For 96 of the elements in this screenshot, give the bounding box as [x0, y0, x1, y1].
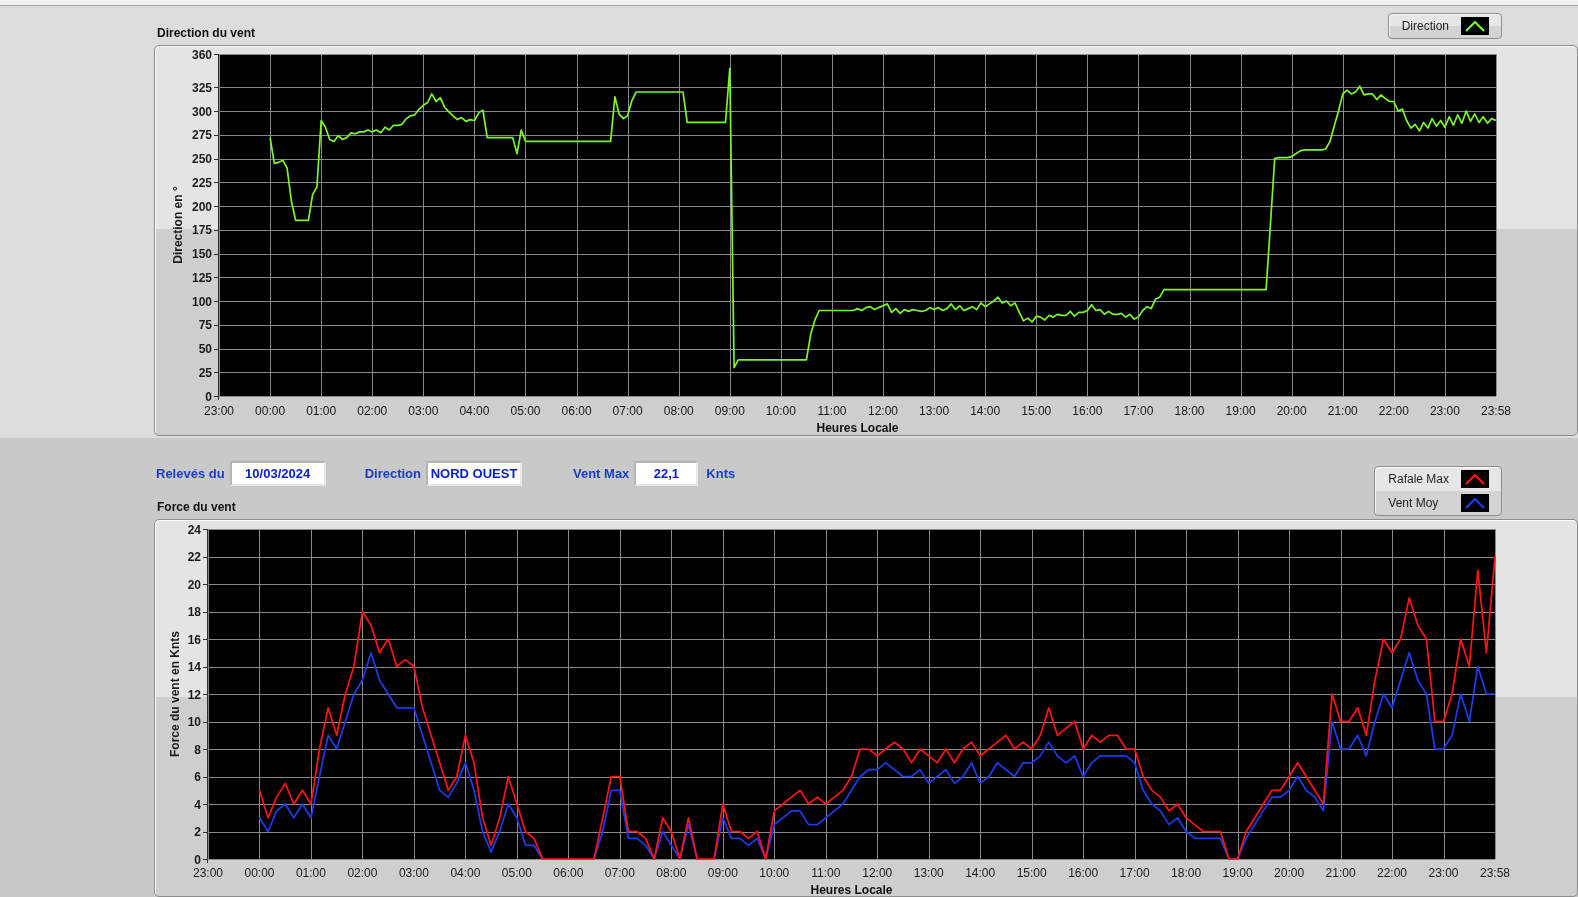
x-tick-label: 01:00: [306, 404, 337, 418]
x-tick-label: 17:00: [1119, 866, 1150, 880]
y-tick-label: 10: [187, 715, 201, 729]
y-tick-label: 325: [191, 80, 212, 95]
x-tick-label: 08:00: [656, 866, 687, 880]
y-tick-label: 14: [187, 660, 201, 674]
x-tick-label: 23:00: [193, 866, 223, 880]
y-tick-label: 175: [191, 223, 212, 238]
legend-label[interactable]: Rafale Max: [1388, 472, 1449, 486]
y-axis-title: Force du vent en Knts: [168, 631, 182, 757]
y-tick-label: 12: [187, 687, 201, 702]
x-tick-label: 01:00: [295, 866, 326, 880]
x-tick-label: 23:58: [1481, 404, 1511, 418]
y-tick-label: 20: [187, 577, 201, 592]
x-tick-label: 20:00: [1274, 866, 1305, 880]
x-tick-label: 14:00: [970, 404, 1001, 418]
x-tick-label: 08:00: [663, 404, 694, 418]
x-tick-label: 18:00: [1171, 866, 1202, 880]
y-tick-label: 275: [191, 128, 212, 143]
x-tick-label: 04:00: [450, 866, 481, 880]
value-field[interactable]: NORD OUEST: [426, 461, 522, 486]
x-tick-label: 15:00: [1021, 404, 1052, 418]
y-tick-label: 300: [191, 104, 212, 119]
unit-label: Knts: [706, 465, 736, 482]
x-tick-label: 03:00: [408, 404, 439, 418]
x-tick-label: 17:00: [1123, 404, 1154, 418]
x-axis-title: Heures Locale: [816, 421, 899, 435]
x-tick-label: 14:00: [965, 866, 996, 880]
x-axis-title: Heures Locale: [810, 883, 893, 897]
x-tick-label: 05:00: [510, 404, 541, 418]
y-tick-label: 250: [191, 152, 212, 166]
y-tick-label: 100: [191, 294, 212, 309]
y-tick-label: 18: [187, 605, 201, 619]
field-label: Direction: [364, 465, 421, 482]
x-tick-label: 07:00: [604, 866, 635, 880]
x-tick-label: 22:00: [1377, 866, 1408, 880]
x-tick-label: 11:00: [817, 404, 847, 418]
x-tick-label: 23:00: [1428, 866, 1459, 880]
y-tick-label: 75: [198, 318, 212, 333]
x-tick-label: 09:00: [714, 404, 745, 418]
x-tick-label: 03:00: [398, 866, 429, 880]
x-tick-label: 21:00: [1325, 866, 1356, 880]
x-tick-label: 10:00: [765, 404, 796, 418]
y-tick-label: 50: [198, 342, 212, 356]
field-label: Relevés du: [156, 465, 225, 482]
x-tick-label: 13:00: [913, 866, 944, 880]
chart-title: Direction du vent: [157, 26, 255, 40]
x-tick-label: 21:00: [1327, 404, 1358, 418]
x-tick-label: 09:00: [707, 866, 738, 880]
y-axis-title: Direction en °: [171, 186, 185, 264]
y-tick-label: 2: [194, 825, 201, 839]
y-tick-label: 360: [191, 47, 212, 62]
value-field[interactable]: 10/03/2024: [229, 461, 326, 486]
x-tick-label: 23:00: [1429, 404, 1460, 418]
x-tick-label: 04:00: [459, 404, 490, 418]
legend-label[interactable]: Vent Moy: [1388, 496, 1439, 510]
x-tick-label: 18:00: [1174, 404, 1205, 418]
x-tick-label: 23:58: [1480, 866, 1510, 880]
x-tick-label: 05:00: [501, 866, 532, 880]
x-tick-label: 16:00: [1072, 404, 1103, 418]
y-tick-label: 225: [191, 175, 212, 190]
x-tick-label: 23:00: [204, 404, 234, 418]
y-tick-label: 150: [191, 247, 212, 261]
y-tick-label: 200: [191, 199, 212, 214]
y-tick-label: 0: [194, 852, 201, 867]
value-field[interactable]: 22,1: [634, 461, 699, 486]
chart-title: Force du vent: [157, 500, 236, 514]
y-tick-label: 16: [187, 632, 201, 647]
field-label: Vent Max: [573, 465, 630, 482]
x-tick-label: 06:00: [561, 404, 592, 418]
x-tick-label: 13:00: [919, 404, 950, 418]
x-tick-label: 00:00: [244, 866, 275, 880]
x-tick-label: 19:00: [1225, 404, 1256, 418]
x-tick-label: 12:00: [868, 404, 899, 418]
y-tick-label: 25: [198, 365, 212, 380]
y-tick-label: 125: [191, 270, 212, 285]
x-tick-label: 02:00: [347, 866, 378, 880]
x-tick-label: 12:00: [862, 866, 893, 880]
x-tick-label: 02:00: [357, 404, 388, 418]
x-tick-label: 16:00: [1068, 866, 1099, 880]
x-tick-label: 11:00: [811, 866, 841, 880]
x-tick-label: 20:00: [1276, 404, 1307, 418]
x-tick-label: 06:00: [553, 866, 584, 880]
y-tick-label: 22: [187, 550, 201, 564]
y-tick-label: 0: [205, 389, 212, 404]
x-tick-label: 10:00: [759, 866, 790, 880]
y-tick-label: 24: [187, 522, 201, 537]
x-tick-label: 15:00: [1016, 866, 1047, 880]
x-tick-label: 07:00: [612, 404, 643, 418]
x-tick-label: 19:00: [1222, 866, 1253, 880]
y-tick-label: 8: [194, 742, 201, 757]
x-tick-label: 22:00: [1378, 404, 1409, 418]
x-tick-label: 00:00: [255, 404, 286, 418]
legend-label[interactable]: Direction: [1401, 19, 1449, 33]
y-tick-label: 4: [194, 797, 201, 812]
y-tick-label: 6: [194, 770, 201, 784]
